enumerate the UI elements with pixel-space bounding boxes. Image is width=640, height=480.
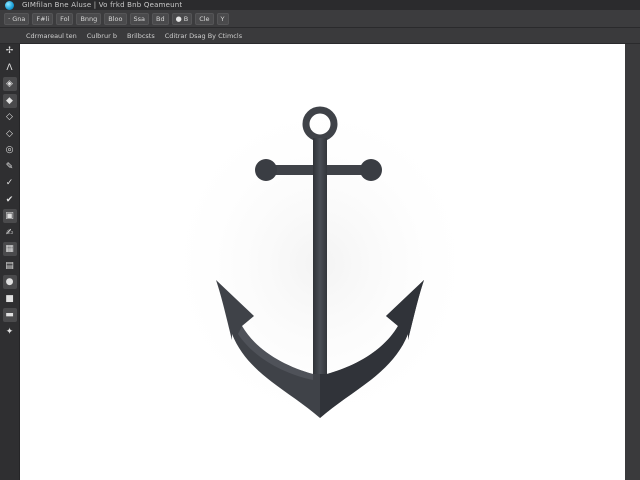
menu-item-1[interactable]: · Gna [4,12,30,25]
menu-item-label: Gna [12,14,26,23]
anchor-crossbar-right-ball [360,159,382,181]
right-dock-edge [625,44,640,480]
anchor-shaft [313,138,327,408]
menu-item-10[interactable]: Y [216,12,229,25]
menu-item-7[interactable]: Bd [152,12,169,25]
option-3[interactable]: Brilbcsts [127,32,155,40]
menu-item-9[interactable]: Cle [195,12,214,25]
menu-item-label: Bnng [80,14,98,23]
select-icon[interactable]: ◈ [2,77,17,91]
app-window: GIMfilan Bne Aluse | Vo frkd Bnb Qeameun… [0,0,640,480]
menu-item-6[interactable]: Ssa [129,12,150,25]
move-icon[interactable]: ✢ [3,44,17,58]
menu-bar: · Gna F#li Fol Bnng Bloo Ssa Bd ● B Cle Y [0,10,640,28]
lasso-icon[interactable]: ◆ [2,93,17,108]
window-title: GIMfilan Bne Aluse | Vo frkd Bnb Qeameun… [22,1,183,9]
clone-icon[interactable]: ▦ [2,242,17,256]
ink-icon[interactable]: ✍ [3,226,17,240]
path-icon[interactable]: Λ [3,61,17,75]
anchor-image [160,94,480,434]
menu-item-4[interactable]: Bnng [76,12,102,25]
toolbox: ✢ Λ ◈ ◆ ◇ ◇ ◎ ✎ ✓ ✔ ▣ ✍ ▦ ▤ ● ■ ▬ ✦ [0,44,20,480]
crop-icon[interactable]: ◇ [3,127,17,141]
menu-item-label: Y [220,14,225,23]
dodge-icon[interactable]: ■ [3,292,17,306]
tool-options-bar: Cdrmareaul ten Culbrur b Brilbcsts Cditr… [0,28,640,44]
smudge-icon[interactable]: ● [2,275,17,289]
text-icon[interactable]: ✦ [3,325,17,339]
menu-dot-icon: · [8,14,11,23]
app-logo-icon [5,0,14,10]
gradient-icon[interactable]: ▬ [2,308,17,322]
menu-item-label: Fol [60,14,70,23]
option-2[interactable]: Culbrur b [87,32,117,40]
anchor-crossbar-left-ball [255,159,277,181]
transform-icon[interactable]: ◎ [3,143,17,157]
menu-item-8[interactable]: ● B [171,12,193,25]
menu-item-3[interactable]: Fol [56,12,74,25]
menu-item-label: Bd [156,14,165,23]
title-bar: GIMfilan Bne Aluse | Vo frkd Bnb Qeameun… [0,0,640,10]
image-canvas[interactable] [20,44,625,480]
menu-item-label: B [183,14,189,23]
airbrush-icon[interactable]: ✔ [3,193,17,207]
heal-icon[interactable]: ▤ [3,259,17,273]
menu-item-2[interactable]: F#li [32,12,54,25]
pencil-icon[interactable]: ✎ [3,160,17,174]
menu-item-label: Bloo [108,14,123,23]
menu-item-label: Cle [199,14,210,23]
menu-item-label: F#li [36,14,50,23]
fuzzy-select-icon[interactable]: ◇ [3,110,17,124]
eraser-icon[interactable]: ▣ [2,209,17,223]
brush-icon[interactable]: ✓ [3,176,17,190]
menu-circle-icon: ● [175,14,182,23]
menu-item-label: Ssa [133,14,146,23]
option-1[interactable]: Cdrmareaul ten [26,32,77,40]
option-4[interactable]: Cditrar Dsag By Ctimcls [165,32,242,40]
menu-item-5[interactable]: Bloo [104,12,127,25]
